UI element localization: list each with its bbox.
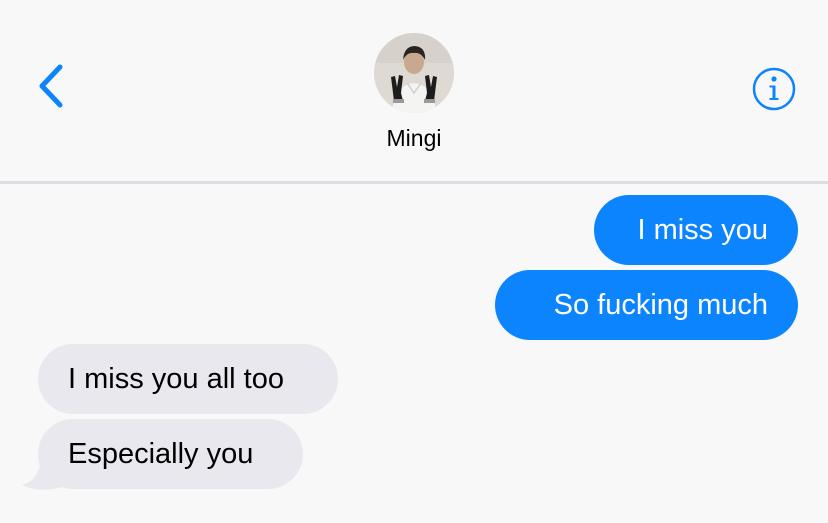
header-divider	[0, 181, 828, 184]
message-bubble-received[interactable]: I miss you all too	[38, 344, 338, 414]
message-bubble-sent[interactable]: I miss you	[594, 195, 798, 265]
contact-name[interactable]: Mingi	[314, 124, 514, 152]
info-button[interactable]	[751, 66, 797, 112]
avatar[interactable]	[374, 33, 454, 113]
contact-photo	[374, 33, 454, 113]
back-button[interactable]	[32, 60, 72, 112]
chevron-left-icon	[39, 64, 63, 108]
message-bubble-sent[interactable]: So fucking much	[495, 270, 798, 340]
info-circle-icon	[752, 67, 796, 111]
conversation-header: Mingi	[0, 0, 828, 181]
message-bubble-received[interactable]: Especially you	[38, 419, 303, 489]
